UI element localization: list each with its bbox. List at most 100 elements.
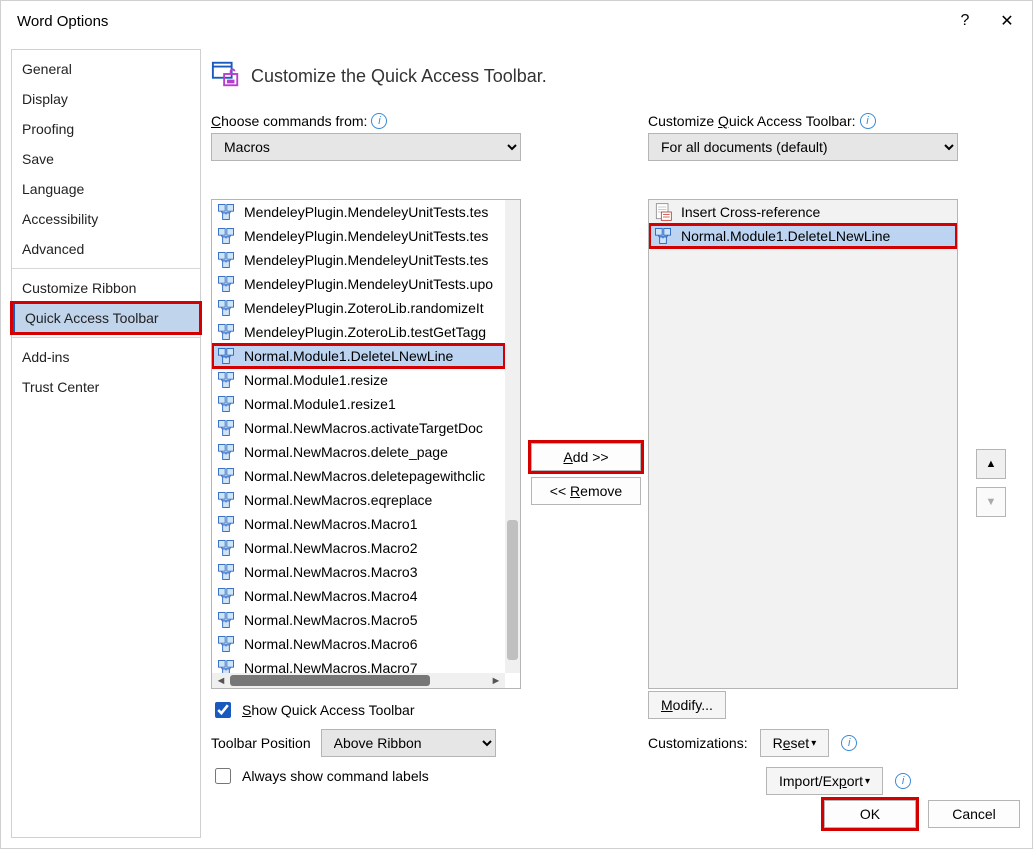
macro-icon (216, 610, 236, 630)
macro-icon (216, 250, 236, 270)
list-item[interactable]: MendeleyPlugin.MendeleyUnitTests.tes (212, 248, 505, 272)
choose-commands-combo[interactable]: Macros (211, 133, 521, 161)
customizations-label: Customizations: (648, 735, 748, 751)
remove-button[interactable]: << Remove (531, 477, 641, 505)
move-down-button[interactable]: ▼ (976, 487, 1006, 517)
list-item-label: Normal.Module1.DeleteLNewLine (244, 348, 453, 364)
list-item[interactable]: Normal.Module1.resize1 (212, 392, 505, 416)
list-item[interactable]: Normal.NewMacros.Macro3 (212, 560, 505, 584)
list-item[interactable]: Normal.NewMacros.activateTargetDoc (212, 416, 505, 440)
modify-button[interactable]: Modify... (648, 691, 726, 719)
customize-qat-icon (211, 59, 241, 94)
macro-icon (216, 466, 236, 486)
list-item-label: MendeleyPlugin.MendeleyUnitTests.tes (244, 204, 488, 220)
help-icon[interactable]: ? (956, 12, 974, 30)
list-item[interactable]: Normal.NewMacros.Macro2 (212, 536, 505, 560)
qat-listbox[interactable]: Insert Cross-reference Normal.Module1.Del… (648, 199, 958, 689)
macro-icon (216, 202, 236, 222)
info-icon[interactable]: i (841, 735, 857, 751)
scroll-left-arrow[interactable]: ◄ (212, 673, 230, 688)
list-item[interactable]: Normal.Module1.DeleteLNewLine (649, 224, 957, 248)
macro-icon (216, 346, 236, 366)
choose-commands-label: Choose commands from: (211, 113, 367, 129)
add-button[interactable]: Add >> (531, 443, 641, 471)
sidebar-item-customize-ribbon[interactable]: Customize Ribbon (12, 273, 200, 303)
list-item[interactable]: Normal.NewMacros.deletepagewithclic (212, 464, 505, 488)
vertical-scrollbar[interactable] (505, 200, 520, 673)
list-item[interactable]: MendeleyPlugin.MendeleyUnitTests.upo (212, 272, 505, 296)
sidebar-item-general[interactable]: General (12, 54, 200, 84)
list-item[interactable]: Normal.NewMacros.eqreplace (212, 488, 505, 512)
sidebar-item-proofing[interactable]: Proofing (12, 114, 200, 144)
cancel-button[interactable]: Cancel (928, 800, 1020, 828)
ok-button[interactable]: OK (824, 800, 916, 828)
list-item[interactable]: Normal.NewMacros.Macro6 (212, 632, 505, 656)
info-icon[interactable]: i (371, 113, 387, 129)
macro-icon (216, 226, 236, 246)
toolbar-position-combo[interactable]: Above Ribbon (321, 729, 496, 757)
sidebar-item-quick-access-toolbar[interactable]: Quick Access Toolbar (12, 303, 200, 333)
list-item-label: Normal.NewMacros.Macro5 (244, 612, 417, 628)
list-item-label: Normal.NewMacros.eqreplace (244, 492, 432, 508)
list-item-label: Normal.NewMacros.activateTargetDoc (244, 420, 483, 436)
list-item-label: Normal.NewMacros.Macro4 (244, 588, 417, 604)
show-qat-checkbox[interactable] (215, 702, 231, 718)
macro-icon (216, 442, 236, 462)
macro-icon (216, 562, 236, 582)
macro-icon (216, 538, 236, 558)
header-text: Customize the Quick Access Toolbar. (251, 66, 547, 87)
list-item-label: Normal.Module1.resize (244, 372, 388, 388)
list-item[interactable]: Normal.NewMacros.Macro5 (212, 608, 505, 632)
reset-button[interactable]: Reset ▾ (760, 729, 830, 757)
list-item[interactable]: Normal.Module1.DeleteLNewLine (212, 344, 505, 368)
list-item-label: Insert Cross-reference (681, 204, 820, 220)
macro-icon (216, 490, 236, 510)
list-item[interactable]: MendeleyPlugin.MendeleyUnitTests.tes (212, 224, 505, 248)
list-item-label: MendeleyPlugin.ZoteroLib.randomizeIt (244, 300, 484, 316)
list-item[interactable]: Normal.NewMacros.delete_page (212, 440, 505, 464)
list-item[interactable]: Normal.Module1.resize (212, 368, 505, 392)
close-icon[interactable]: ✕ (998, 11, 1016, 31)
sidebar: General Display Proofing Save Language A… (11, 49, 201, 838)
macro-icon (216, 322, 236, 342)
list-item-label: Normal.NewMacros.Macro1 (244, 516, 417, 532)
horizontal-scrollbar[interactable]: ◄ ► (212, 673, 505, 688)
list-item[interactable]: MendeleyPlugin.MendeleyUnitTests.tes (212, 200, 505, 224)
scroll-right-arrow[interactable]: ► (487, 673, 505, 688)
titlebar: Word Options ? ✕ (1, 1, 1032, 41)
list-item-label: Normal.Module1.resize1 (244, 396, 396, 412)
macro-icon (216, 634, 236, 654)
sidebar-item-language[interactable]: Language (12, 174, 200, 204)
sidebar-item-display[interactable]: Display (12, 84, 200, 114)
list-item-label: Normal.NewMacros.Macro2 (244, 540, 417, 556)
list-item[interactable]: MendeleyPlugin.ZoteroLib.testGetTagg (212, 320, 505, 344)
sidebar-item-add-ins[interactable]: Add-ins (12, 342, 200, 372)
commands-listbox[interactable]: MendeleyPlugin.MendeleyUnitTests.tesMend… (211, 199, 521, 689)
list-item-label: MendeleyPlugin.MendeleyUnitTests.tes (244, 228, 488, 244)
sidebar-item-trust-center[interactable]: Trust Center (12, 372, 200, 402)
always-show-labels-label: Always show command labels (242, 768, 429, 784)
list-item-label: MendeleyPlugin.ZoteroLib.testGetTagg (244, 324, 486, 340)
sidebar-item-advanced[interactable]: Advanced (12, 234, 200, 264)
main-panel: Customize the Quick Access Toolbar. Choo… (211, 49, 1022, 838)
info-icon[interactable]: i (895, 773, 911, 789)
word-options-dialog: Word Options ? ✕ General Display Proofin… (0, 0, 1033, 849)
list-item[interactable]: Normal.NewMacros.Macro1 (212, 512, 505, 536)
crossref-icon (653, 202, 673, 222)
list-item[interactable]: Insert Cross-reference (649, 200, 957, 224)
list-item[interactable]: MendeleyPlugin.ZoteroLib.randomizeIt (212, 296, 505, 320)
macro-icon (216, 370, 236, 390)
info-icon[interactable]: i (860, 113, 876, 129)
macro-icon (216, 586, 236, 606)
list-item-label: Normal.NewMacros.Macro7 (244, 660, 417, 673)
list-item[interactable]: Normal.NewMacros.Macro4 (212, 584, 505, 608)
sidebar-item-accessibility[interactable]: Accessibility (12, 204, 200, 234)
customize-qat-combo[interactable]: For all documents (default) (648, 133, 958, 161)
always-show-labels-checkbox[interactable] (215, 768, 231, 784)
move-up-button[interactable]: ▲ (976, 449, 1006, 479)
show-qat-label: Show Quick Access Toolbar (242, 702, 415, 718)
list-item[interactable]: Normal.NewMacros.Macro7 (212, 656, 505, 673)
list-item-label: Normal.NewMacros.deletepagewithclic (244, 468, 485, 484)
sidebar-item-save[interactable]: Save (12, 144, 200, 174)
macro-icon (216, 418, 236, 438)
